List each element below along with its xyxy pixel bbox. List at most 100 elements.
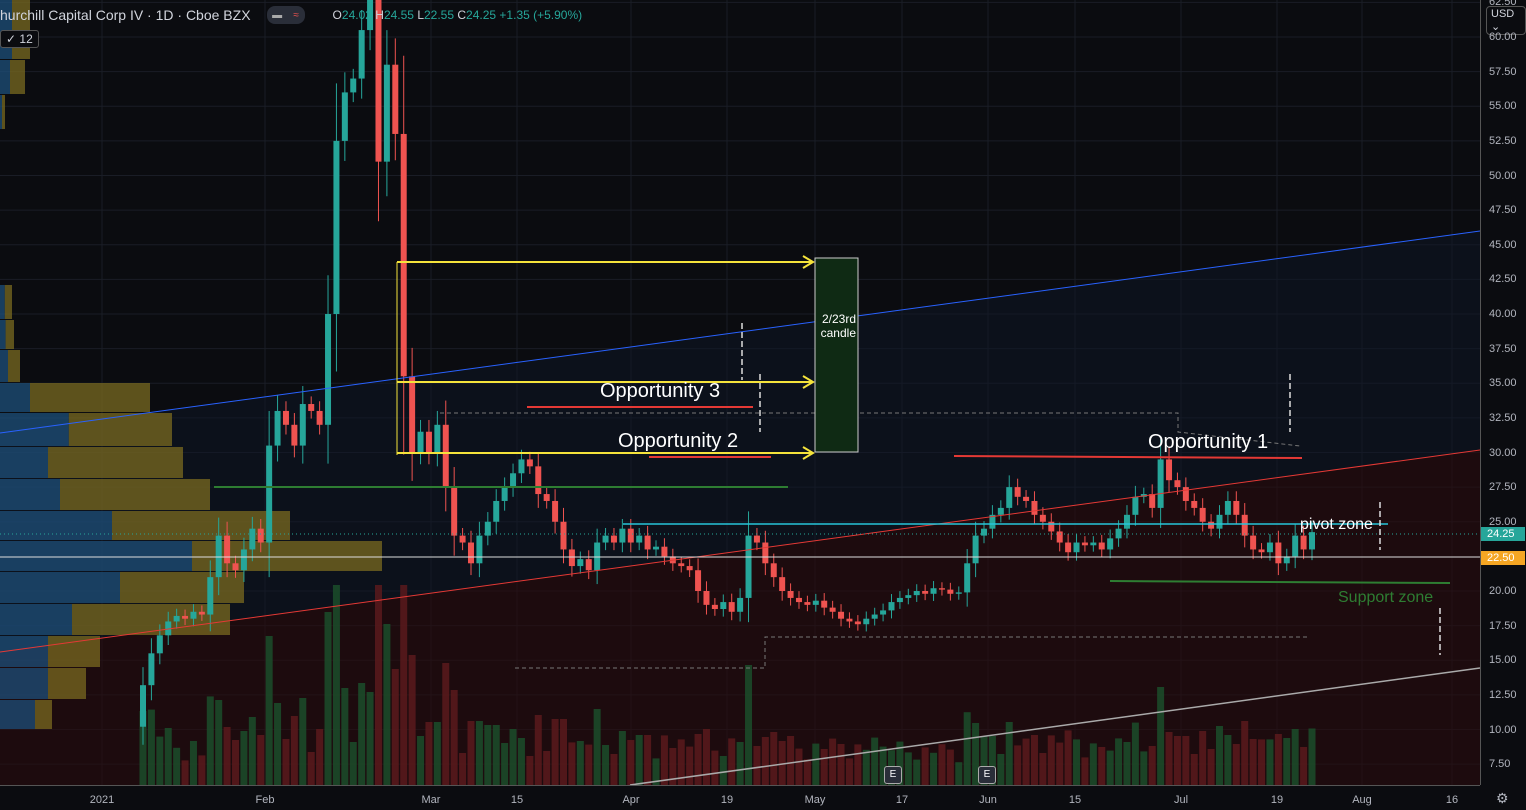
volume-bar [1056,742,1064,785]
volume-bar [1022,738,1030,785]
volume-bar [156,736,164,785]
earnings-marker[interactable]: E [884,766,902,784]
opportunity-2-label[interactable]: Opportunity 2 [618,430,738,453]
candle-body [1157,459,1164,508]
candle-body [451,487,458,536]
candle-body [1275,542,1282,564]
candle-note-label[interactable]: 2/23rd candle [818,312,856,340]
visibility-toggle[interactable]: ▬ ≈ [266,6,305,24]
time-tick: Mar [421,794,441,806]
symbol-title[interactable]: hurchill Capital Corp IV · 1D · Cboe BZX [0,7,251,23]
candle-body [1300,535,1307,550]
time-tick: 15 [510,794,524,806]
candle-body [173,615,180,622]
volume-profile-bar [48,636,100,667]
volume-bar [341,688,349,785]
volume-bar [694,734,702,785]
volume-bar [274,703,282,785]
volume-bar [1241,721,1249,785]
volume-bar [526,756,534,785]
volume-profile-bar [0,604,72,635]
candle-body [619,528,626,543]
volume-bar [391,669,399,785]
price-tick: 42.50 [1489,273,1517,286]
candle-body [224,535,231,564]
volume-bar [1089,743,1097,785]
candle-body [560,521,567,550]
volume-bar [745,665,753,785]
volume-indicator-toggle[interactable]: ✓ 12 [0,30,39,48]
price-tick: 52.50 [1489,134,1517,147]
volume-profile-bar [0,350,8,382]
candle-body [198,611,205,615]
volume-bar [248,717,256,785]
volume-bar [1224,735,1232,785]
volume-bar [543,751,551,785]
candle-body [383,64,390,162]
volume-bar [770,732,778,785]
candle-body [434,424,441,453]
candle-body [955,592,962,594]
volume-profile-bar [35,700,52,729]
volume-bar [1030,735,1038,785]
price-tick: 37.50 [1489,342,1517,355]
settings-gear-icon[interactable]: ⚙ [1496,790,1509,807]
price-tick: 55.00 [1489,100,1517,113]
support-zone-label[interactable]: Support zone [1338,589,1433,607]
volume-bar [660,735,668,785]
candle-body [409,376,416,453]
volume-bar [484,725,492,785]
volume-bar [467,721,475,785]
candle-body [358,30,365,79]
candle-body [981,528,988,536]
candle-body [1073,542,1080,553]
wave-icon: ≈ [293,9,299,21]
candle-body [1014,487,1021,497]
opportunity-1-label[interactable]: Opportunity 1 [1148,431,1268,454]
volume-bar [1182,736,1190,785]
candle-body [711,604,718,610]
price-tick: 50.00 [1489,169,1517,182]
volume-bar [282,739,290,785]
price-tick: 60.00 [1489,31,1517,43]
volume-bar [854,744,862,785]
volume-bar [534,715,542,785]
candle-body [510,473,517,488]
price-chart[interactable] [0,0,1480,785]
volume-bar [459,753,467,785]
volume-bar [324,612,332,785]
volume-bar [1291,729,1299,785]
volume-bar [635,735,643,785]
candle-body [459,535,466,543]
candle-body [1031,500,1038,515]
volume-bar [955,762,963,785]
candle-body [140,685,146,727]
candle-body [425,431,432,453]
volume-bar [1047,735,1055,785]
candle-body [484,521,491,536]
candle-body [308,404,315,411]
candle-body [1166,459,1173,481]
price-tick: 62.50 [1489,0,1517,9]
candle-body [812,600,819,605]
volume-bar [736,742,744,785]
candle-body [1199,507,1206,522]
time-axis[interactable]: 2021 Feb Mar 15 Apr 19 May 17 Jun 15 Jul 19 Aug 16 [0,785,1480,810]
volume-bar [585,744,593,785]
volume-profile-bar [0,700,35,729]
candle-body [871,614,878,619]
volume-profile-bar [8,350,20,382]
volume-bar [1274,734,1282,785]
volume-bar [1283,738,1291,785]
volume-bar [761,737,769,785]
volume-bar [829,738,837,785]
candle-body [1309,532,1315,550]
candle-body [274,410,281,446]
volume-bar [1165,732,1173,785]
earnings-marker[interactable]: E [978,766,996,784]
candle-body [493,500,500,522]
opportunity-3-label[interactable]: Opportunity 3 [600,380,720,403]
price-axis[interactable]: 62.50 60.00 57.50 55.00 52.50 50.00 47.50 45.00… [1480,0,1526,785]
volume-bar [265,636,273,785]
pivot-zone-label[interactable]: pivot zone [1300,516,1373,534]
